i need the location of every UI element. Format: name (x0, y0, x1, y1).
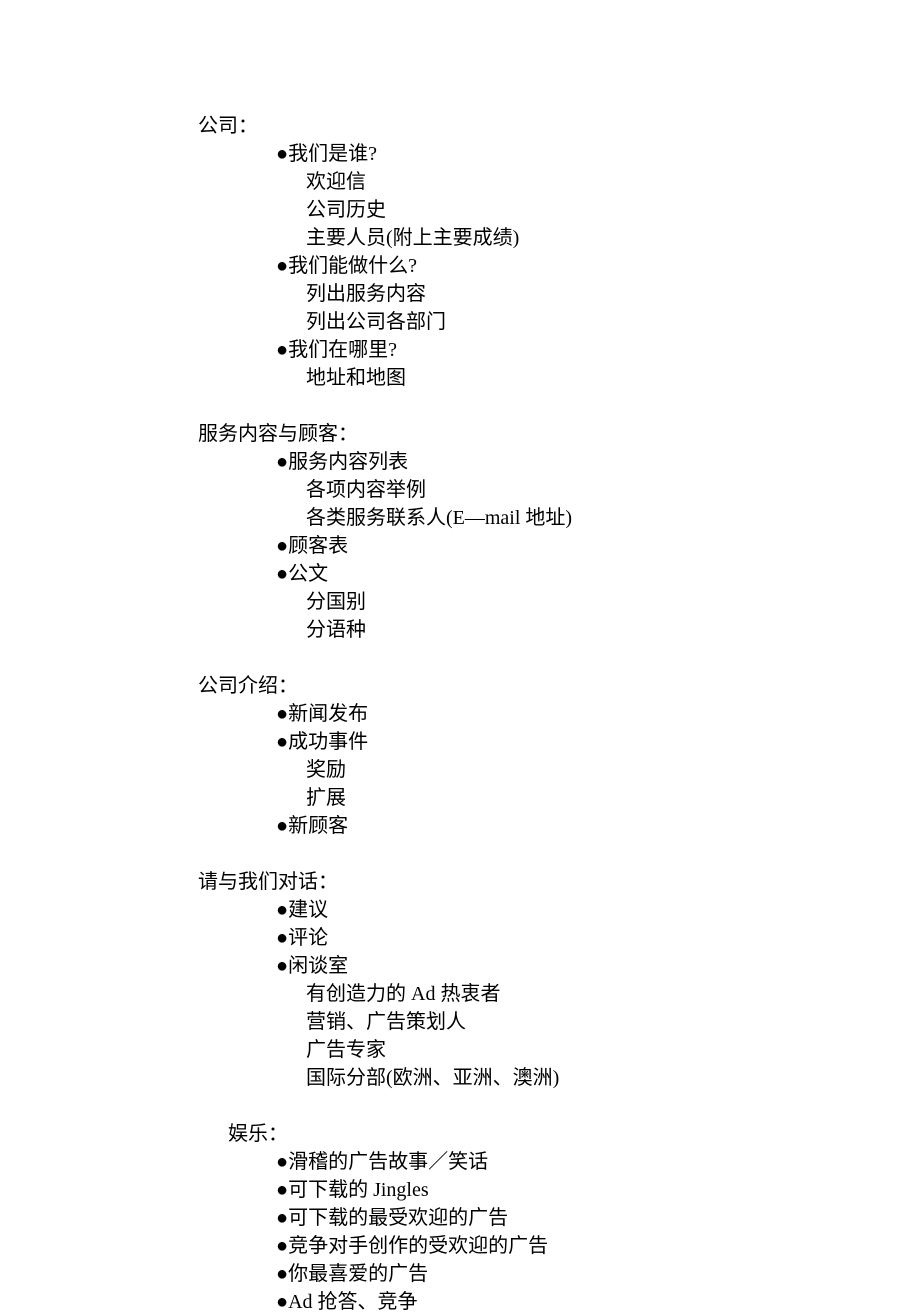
bullet-icon: ● (276, 143, 288, 165)
sub-item: 公司历史 (306, 196, 920, 224)
section-heading: 娱乐： (228, 1120, 920, 1148)
sub-item: 有创造力的 Ad 热衷者 (306, 980, 920, 1008)
item-label: 可下载的 Jingles (288, 1179, 429, 1201)
bullet-icon: ● (276, 1291, 288, 1313)
bullet-item: ●评论 (276, 924, 920, 952)
bullet-item: ●我们是谁? (276, 140, 920, 168)
bullet-item: ●闲谈室 (276, 952, 920, 980)
sub-item: 欢迎信 (306, 168, 920, 196)
bullet-icon: ● (276, 1179, 288, 1201)
bullet-item: ●我们能做什么? (276, 252, 920, 280)
sub-item: 广告专家 (306, 1036, 920, 1064)
item-label: 我们能做什么? (288, 255, 417, 277)
sub-item: 主要人员(附上主要成绩) (306, 224, 920, 252)
item-label: 我们是谁? (288, 143, 377, 165)
item-label: 新顾客 (288, 815, 348, 837)
bullet-icon: ● (276, 1207, 288, 1229)
sub-item: 列出公司各部门 (306, 308, 920, 336)
bullet-item: ●顾客表 (276, 532, 920, 560)
bullet-icon: ● (276, 255, 288, 277)
bullet-item: ●滑稽的广告故事／笑话 (276, 1148, 920, 1176)
bullet-icon: ● (276, 451, 288, 473)
bullet-item: ●你最喜爱的广告 (276, 1260, 920, 1288)
sub-item: 分语种 (306, 616, 920, 644)
bullet-item: ●我们在哪里? (276, 336, 920, 364)
bullet-icon: ● (276, 815, 288, 837)
sub-item: 各项内容举例 (306, 476, 920, 504)
item-label: 你最喜爱的广告 (288, 1263, 428, 1285)
sub-item: 列出服务内容 (306, 280, 920, 308)
section-heading: 公司介绍： (198, 672, 920, 700)
sub-item: 各类服务联系人(E—mail 地址) (306, 504, 920, 532)
section-heading: 公司： (198, 112, 920, 140)
item-label: 可下载的最受欢迎的广告 (288, 1207, 508, 1229)
bullet-icon: ● (276, 899, 288, 921)
bullet-icon: ● (276, 563, 288, 585)
item-label: 成功事件 (288, 731, 368, 753)
bullet-icon: ● (276, 731, 288, 753)
item-label: Ad 抢答、竞争 (288, 1291, 417, 1313)
bullet-icon: ● (276, 1263, 288, 1285)
bullet-icon: ● (276, 1151, 288, 1173)
sub-item: 国际分部(欧洲、亚洲、澳洲) (306, 1064, 920, 1092)
item-label: 我们在哪里? (288, 339, 397, 361)
bullet-item: ●公文 (276, 560, 920, 588)
sub-item: 扩展 (306, 784, 920, 812)
document-outline: 公司： ●我们是谁? 欢迎信 公司历史 主要人员(附上主要成绩) ●我们能做什么… (198, 112, 920, 1316)
bullet-icon: ● (276, 535, 288, 557)
item-label: 建议 (288, 899, 328, 921)
section-heading: 服务内容与顾客： (198, 420, 920, 448)
bullet-icon: ● (276, 955, 288, 977)
bullet-item: ●服务内容列表 (276, 448, 920, 476)
bullet-item: ●可下载的最受欢迎的广告 (276, 1204, 920, 1232)
item-label: 公文 (288, 563, 328, 585)
bullet-item: ●Ad 抢答、竞争 (276, 1288, 920, 1316)
item-label: 顾客表 (288, 535, 348, 557)
item-label: 服务内容列表 (288, 451, 408, 473)
section-heading: 请与我们对话： (198, 868, 920, 896)
item-label: 竞争对手创作的受欢迎的广告 (288, 1235, 548, 1257)
item-label: 滑稽的广告故事／笑话 (288, 1151, 488, 1173)
bullet-item: ●可下载的 Jingles (276, 1176, 920, 1204)
sub-item: 地址和地图 (306, 364, 920, 392)
bullet-icon: ● (276, 703, 288, 725)
bullet-item: ●竞争对手创作的受欢迎的广告 (276, 1232, 920, 1260)
item-label: 新闻发布 (288, 703, 368, 725)
bullet-icon: ● (276, 927, 288, 949)
bullet-icon: ● (276, 1235, 288, 1257)
bullet-item: ●新顾客 (276, 812, 920, 840)
item-label: 闲谈室 (288, 955, 348, 977)
sub-item: 营销、广告策划人 (306, 1008, 920, 1036)
sub-item: 分国别 (306, 588, 920, 616)
bullet-item: ●成功事件 (276, 728, 920, 756)
bullet-icon: ● (276, 339, 288, 361)
sub-item: 奖励 (306, 756, 920, 784)
bullet-item: ●新闻发布 (276, 700, 920, 728)
bullet-item: ●建议 (276, 896, 920, 924)
item-label: 评论 (288, 927, 328, 949)
